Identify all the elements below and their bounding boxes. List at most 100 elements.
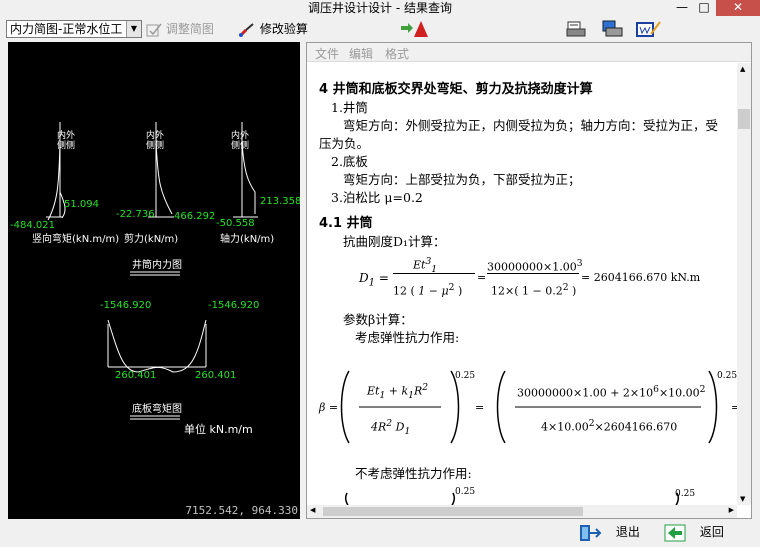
beta2-exponent: 0.25 — [455, 487, 476, 497]
vertical-scroll-thumb[interactable] — [738, 109, 750, 129]
col2-caption: 剪力(kN/m) — [124, 232, 178, 245]
col2-curve — [155, 141, 173, 215]
unit-label: 单位 kN.m/m — [184, 422, 253, 436]
vertical-scrollbar[interactable]: ▲ ▼ — [737, 63, 751, 505]
beta-numval-b-sup: 2 — [699, 384, 706, 395]
beta-num-c-sup: 2 — [422, 382, 429, 393]
diagram-select[interactable]: 内力简图-正常水位工 ▼ — [6, 20, 142, 38]
beta-num-value: 30000000×1.00 + 2×106×10.002 — [517, 381, 706, 403]
col2-value-1: -22.736 — [116, 209, 155, 220]
scroll-up-icon[interactable]: ▲ — [740, 65, 745, 73]
d1-fraction-bar-2 — [487, 273, 579, 274]
section-4-1-heading: 4.1 井筒 — [319, 216, 373, 231]
stiffness-label: 抗曲刚度D₁计算： — [343, 234, 446, 249]
adjust-diagram-label: 调整简图 — [165, 22, 214, 36]
formula-d1-eq: = — [378, 271, 389, 285]
exit-button[interactable]: 退出 — [578, 523, 640, 541]
item-1-text: 弯矩方向：外侧受拉为正，内侧受拉为负；轴力方向：受拉为正，受 — [343, 118, 719, 133]
window-title: 调压井设计设计 - 结果查询 — [308, 1, 452, 15]
beta-denval-a: 4×10.00 — [541, 420, 589, 434]
menu-format[interactable]: 格式 — [385, 45, 409, 62]
horizontal-scroll-thumb[interactable] — [323, 507, 583, 516]
back-button[interactable]: 返回 — [664, 523, 724, 541]
menu-file[interactable]: 文件 — [315, 45, 339, 62]
col3-value-1: 213.358 — [260, 196, 300, 207]
maximize-button[interactable]: □ — [694, 0, 714, 16]
item-2: 2.底板 — [331, 154, 368, 169]
beta-calc-label: 参数β计算： — [343, 312, 413, 327]
chevron-down-icon[interactable]: ▼ — [126, 21, 141, 37]
formula-d1-denominator: 12 ( 1 − μ2 ) — [393, 282, 463, 298]
plate-value-1: -1546.920 — [100, 300, 151, 311]
beta-num-b: + k — [385, 384, 409, 398]
internal-force-diagram: 内外 侧侧 51.094 -484.021 竖向弯矩(kN.m/m) 内外 侧侧… — [10, 122, 300, 436]
adjust-icon — [146, 23, 162, 36]
col2-label-bottom: 侧侧 — [146, 139, 164, 151]
d1-denval-sup: 2 — [562, 282, 569, 293]
close-button[interactable]: ✕ — [716, 0, 760, 16]
formula-d1-numerator: Et31 — [413, 253, 437, 279]
formula-d1-symbol: D — [359, 271, 369, 285]
section-4-heading: 4 井筒和底板交界处弯矩、剪力及抗挠劲度计算 — [319, 82, 593, 97]
d1-denval: 12× — [491, 284, 515, 298]
d1-result: = 2604166.670 kN.m — [581, 271, 701, 284]
toolbar: 内力简图-正常水位工 ▼ 调整简图 修改验算 — [0, 16, 760, 42]
export-word-icon[interactable] — [636, 20, 662, 38]
item-2-text: 弯矩方向：上部受拉为负，下部受拉为正； — [343, 172, 581, 187]
print-icon[interactable] — [602, 20, 624, 38]
d1-numval: 30000000×1.00 — [487, 260, 577, 274]
minimize-button[interactable]: — — [672, 0, 692, 16]
item-1-text2: 压为负。 — [319, 136, 370, 151]
col2-label-top: 内外 — [146, 129, 164, 141]
modify-check-button[interactable]: 修改验算 — [238, 20, 308, 38]
horizontal-scrollbar[interactable]: ◀ ▶ — [307, 505, 737, 518]
shaft-diagram-title: 井筒内力图 — [132, 258, 182, 271]
beta-den-b-sub: 1 — [404, 425, 411, 437]
back-arrow-icon — [664, 524, 686, 541]
d1-num-base: Et — [413, 258, 426, 272]
report-menubar: 文件 编辑 格式 — [307, 43, 751, 62]
plate-value-4: 260.401 — [195, 370, 236, 381]
plate-curve — [107, 319, 207, 373]
exit-label: 退出 — [615, 525, 640, 539]
run-icon[interactable] — [400, 19, 430, 39]
beta-denominator: 4R2 D1 — [371, 415, 410, 441]
formula-d1-sub: 1 — [368, 277, 375, 289]
back-label: 返回 — [699, 525, 724, 539]
plate-value-3: 260.401 — [115, 370, 156, 381]
beta-num-a: Et — [367, 384, 380, 398]
beta-denval-b: ×2604166.670 — [594, 420, 678, 434]
adjust-diagram-button[interactable]: 调整简图 — [146, 20, 214, 38]
print-preview-icon[interactable] — [566, 20, 586, 38]
menu-edit[interactable]: 编辑 — [349, 45, 373, 62]
col2-value-2: 466.292 — [174, 211, 215, 222]
col3-label-bottom: 侧侧 — [231, 139, 249, 151]
col3-curve — [241, 141, 256, 214]
formula-d1: D1 = — [359, 269, 389, 292]
d1-denval-b: 1 − 0.2 — [522, 284, 563, 298]
d1-fraction-bar — [393, 273, 475, 274]
diagram-canvas[interactable]: 内外 侧侧 51.094 -484.021 竖向弯矩(kN.m/m) 内外 侧侧… — [8, 42, 300, 519]
d1-den-12: 12 — [393, 284, 407, 298]
beta-exponent: 0.25 — [455, 371, 476, 381]
d1-den-sup: 2 — [448, 282, 455, 293]
item-3: 3.泊松比 μ=0.2 — [331, 190, 423, 205]
col3-caption: 轴力(kN/m) — [220, 232, 274, 245]
plate-value-2: -1546.920 — [208, 300, 259, 311]
brush-icon — [238, 22, 254, 37]
col3-label-top: 内外 — [231, 129, 249, 141]
scroll-down-icon[interactable]: ▼ — [740, 495, 745, 503]
col1-value-1: 51.094 — [64, 199, 99, 210]
title-bar: 调压井设计设计 - 结果查询 — □ ✕ — [0, 0, 760, 16]
scroll-left-icon[interactable]: ◀ — [310, 506, 315, 514]
bottom-bar: 退出 返回 — [0, 519, 760, 547]
beta2-exponent-2: 0.25 — [675, 489, 696, 499]
beta-den-value: 4×10.002×2604166.670 — [541, 415, 677, 437]
scroll-right-icon[interactable]: ▶ — [729, 506, 734, 514]
beta-symbol: β = — [319, 401, 339, 414]
d1-numval-sup: 3 — [576, 258, 583, 269]
exit-icon — [580, 524, 602, 541]
col1-value-2: -484.021 — [10, 220, 55, 231]
beta-numval-a: 30000000×1.00 + 2×10 — [517, 386, 654, 400]
report-content[interactable]: 4 井筒和底板交界处弯矩、剪力及抗挠劲度计算 1.井筒 弯矩方向：外侧受拉为正，… — [315, 63, 737, 507]
